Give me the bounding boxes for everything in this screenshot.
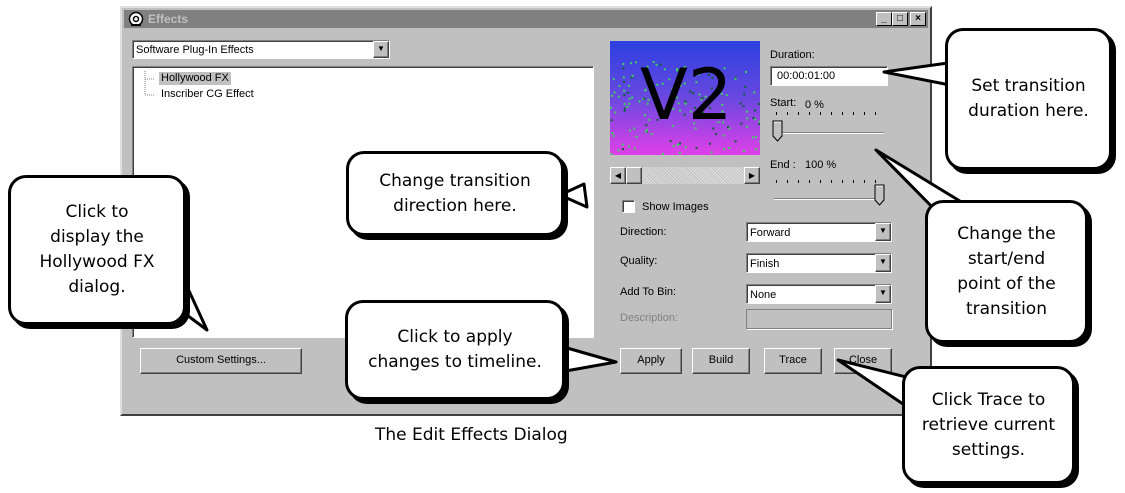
callout-hollywood-fx: Click to display the Hollywood FX dialog…	[8, 175, 186, 325]
callout-apply: Click to apply changes to timeline.	[345, 300, 565, 400]
callout-duration: Set transition duration here.	[945, 28, 1112, 170]
callout-direction: Change transition direction here.	[346, 151, 564, 236]
callout-trace: Click Trace to retrieve current settings…	[902, 366, 1075, 484]
callout-start-end: Change the start/end point of the transi…	[925, 200, 1088, 343]
